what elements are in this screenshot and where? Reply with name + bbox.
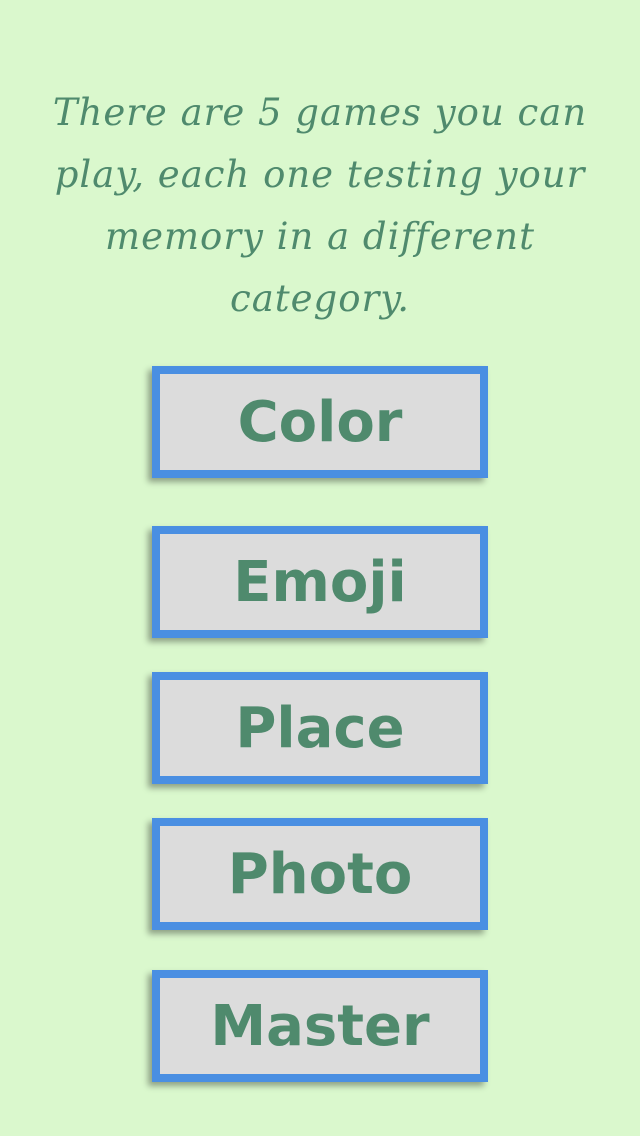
color-game-button[interactable]: Color [152,366,488,478]
photo-game-button[interactable]: Photo [152,818,488,930]
master-game-label: Master [210,993,430,1059]
place-game-label: Place [235,695,405,761]
master-game-button[interactable]: Master [152,970,488,1082]
emoji-game-button[interactable]: Emoji [152,526,488,638]
color-game-label: Color [237,389,403,455]
photo-game-label: Photo [227,841,413,907]
emoji-game-label: Emoji [233,549,407,615]
intro-text: There are 5 games you can play, each one… [52,91,588,320]
place-game-button[interactable]: Place [152,672,488,784]
